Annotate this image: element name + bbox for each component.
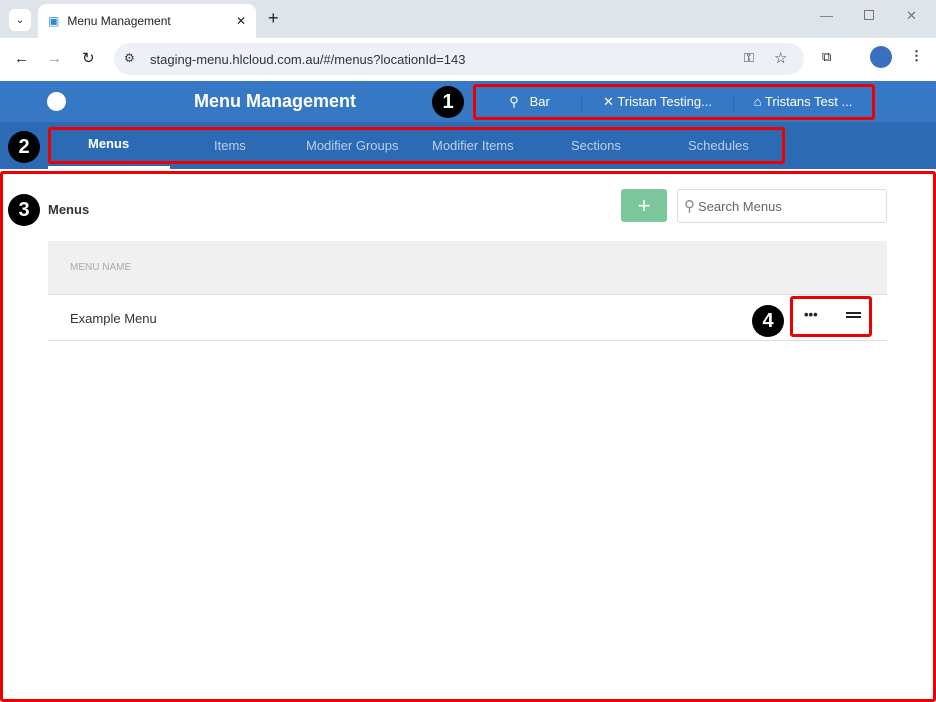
maximize-icon[interactable] bbox=[864, 10, 874, 20]
back-icon[interactable]: ← bbox=[14, 50, 29, 67]
minimize-icon[interactable]: — bbox=[820, 8, 833, 23]
close-tab-icon[interactable]: ✕ bbox=[236, 14, 246, 28]
forward-icon[interactable]: → bbox=[47, 50, 62, 67]
reload-icon[interactable]: ↻ bbox=[82, 49, 95, 67]
profile-avatar[interactable] bbox=[870, 46, 892, 68]
annotation-box-4 bbox=[790, 296, 872, 337]
annotation-box-3 bbox=[0, 171, 936, 702]
key-icon[interactable]: ⚿ bbox=[744, 50, 754, 66]
address-bar-row: ← → ↻ ⚙ staging-menu.hlcloud.com.au/#/me… bbox=[0, 38, 936, 81]
extensions-icon[interactable]: ⧉ bbox=[822, 49, 831, 65]
annotation-badge-3: 3 bbox=[8, 194, 40, 226]
active-tab-indicator bbox=[48, 166, 170, 169]
star-icon[interactable]: ☆ bbox=[774, 49, 787, 67]
annotation-box-1 bbox=[473, 84, 875, 120]
annotation-badge-4: 4 bbox=[752, 305, 784, 337]
browser-tab-strip: ⌄ ▣ Menu Management ✕ + — ✕ bbox=[0, 0, 936, 38]
new-tab-icon[interactable]: + bbox=[268, 8, 279, 29]
annotation-badge-2: 2 bbox=[8, 131, 40, 163]
tab-title: Menu Management bbox=[67, 14, 171, 28]
annotation-badge-1: 1 bbox=[432, 86, 464, 118]
browser-menu-icon[interactable]: ⋮ bbox=[910, 48, 923, 64]
url-text: staging-menu.hlcloud.com.au/#/menus?loca… bbox=[150, 51, 466, 67]
browser-tab[interactable]: ▣ Menu Management ✕ bbox=[38, 4, 256, 38]
annotation-box-2 bbox=[48, 127, 785, 164]
tab-search-chevron-icon[interactable]: ⌄ bbox=[9, 9, 31, 31]
app-title: Menu Management bbox=[194, 91, 357, 111]
site-settings-icon[interactable]: ⚙ bbox=[124, 51, 135, 65]
clipboard-icon: ▣ bbox=[48, 14, 60, 28]
user-account-icon[interactable] bbox=[47, 92, 66, 111]
url-input[interactable]: ⚙ staging-menu.hlcloud.com.au/#/menus?lo… bbox=[114, 43, 804, 75]
close-window-icon[interactable]: ✕ bbox=[906, 8, 917, 24]
